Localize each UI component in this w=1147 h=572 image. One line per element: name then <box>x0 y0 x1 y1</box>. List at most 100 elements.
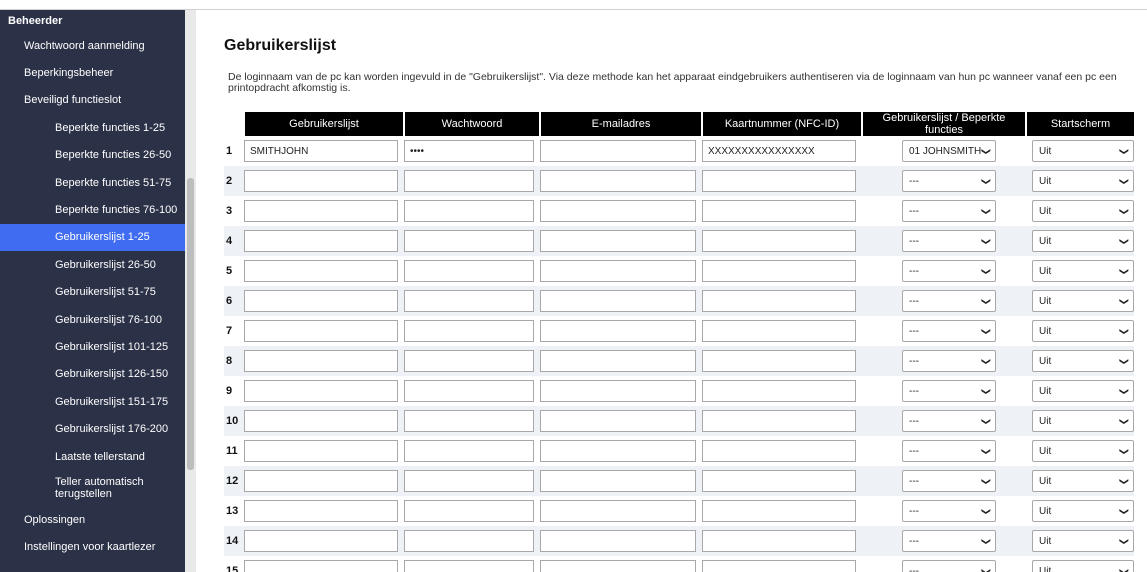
start-screen-select[interactable]: Uit ❯ <box>1032 350 1134 372</box>
email-input[interactable] <box>540 530 696 552</box>
user-name-input[interactable] <box>244 230 398 252</box>
user-name-input[interactable] <box>244 350 398 372</box>
limit-function-select[interactable]: --- ❯ <box>902 410 996 432</box>
start-screen-select[interactable]: Uit ❯ <box>1032 320 1134 342</box>
user-name-input[interactable] <box>244 200 398 222</box>
limit-function-select[interactable]: --- ❯ <box>902 200 996 222</box>
sidebar-item-gebruikerslijst-51-75[interactable]: Gebruikerslijst 51-75 <box>0 279 196 306</box>
sidebar-item-laatste-tellerstand[interactable]: Laatste tellerstand <box>0 443 196 470</box>
start-screen-select[interactable]: Uit ❯ <box>1032 200 1134 222</box>
sidebar-item-gebruikerslijst-176-200[interactable]: Gebruikerslijst 176-200 <box>0 415 196 442</box>
password-input[interactable] <box>404 200 534 222</box>
user-name-input[interactable] <box>244 170 398 192</box>
card-number-input[interactable] <box>702 530 856 552</box>
password-input[interactable] <box>404 380 534 402</box>
sidebar-item-oplossingen[interactable]: Oplossingen <box>0 506 196 533</box>
user-name-input[interactable] <box>244 410 398 432</box>
password-input[interactable] <box>404 410 534 432</box>
password-input[interactable] <box>404 530 534 552</box>
start-screen-select[interactable]: Uit ❯ <box>1032 440 1134 462</box>
sidebar-item-teller-automatisch-terugstellen[interactable]: Teller automatisch terugstellen <box>0 470 196 506</box>
limit-function-select[interactable]: --- ❯ <box>902 230 996 252</box>
email-input[interactable] <box>540 560 696 572</box>
start-screen-select[interactable]: Uit ❯ <box>1032 560 1134 572</box>
email-input[interactable] <box>540 470 696 492</box>
start-screen-select[interactable]: Uit ❯ <box>1032 380 1134 402</box>
email-input[interactable] <box>540 440 696 462</box>
limit-function-select[interactable]: --- ❯ <box>902 320 996 342</box>
card-number-input[interactable] <box>702 560 856 572</box>
start-screen-select[interactable]: Uit ❯ <box>1032 500 1134 522</box>
sidebar-item-wachtwoord-aanmelding[interactable]: Wachtwoord aanmelding <box>0 32 196 59</box>
user-name-input[interactable] <box>244 320 398 342</box>
sidebar-item-beveiligd-functieslot[interactable]: Beveiligd functieslot <box>0 87 196 114</box>
password-input[interactable] <box>404 560 534 572</box>
card-number-input[interactable] <box>702 440 856 462</box>
limit-function-select[interactable]: --- ❯ <box>902 440 996 462</box>
password-input[interactable] <box>404 500 534 522</box>
email-input[interactable] <box>540 350 696 372</box>
sidebar-item-gebruikerslijst-151-175[interactable]: Gebruikerslijst 151-175 <box>0 388 196 415</box>
sidebar-item-beperkte-functies-51-75[interactable]: Beperkte functies 51-75 <box>0 169 196 196</box>
limit-function-select[interactable]: 01 JOHNSMITH ❯ <box>902 140 996 162</box>
card-number-input[interactable] <box>702 500 856 522</box>
card-number-input[interactable] <box>702 380 856 402</box>
email-input[interactable] <box>540 320 696 342</box>
sidebar-item-gebruikerslijst-101-125[interactable]: Gebruikerslijst 101-125 <box>0 333 196 360</box>
email-input[interactable] <box>540 500 696 522</box>
limit-function-select[interactable]: --- ❯ <box>902 380 996 402</box>
user-name-input[interactable] <box>244 530 398 552</box>
email-input[interactable] <box>540 200 696 222</box>
user-name-input[interactable] <box>244 500 398 522</box>
user-name-input[interactable] <box>244 380 398 402</box>
password-input[interactable] <box>404 470 534 492</box>
card-number-input[interactable] <box>702 350 856 372</box>
password-input[interactable] <box>404 350 534 372</box>
card-number-input[interactable] <box>702 470 856 492</box>
card-number-input[interactable] <box>702 290 856 312</box>
user-name-input[interactable] <box>244 470 398 492</box>
user-name-input[interactable] <box>244 440 398 462</box>
email-input[interactable] <box>540 230 696 252</box>
card-number-input[interactable] <box>702 410 856 432</box>
limit-function-select[interactable]: --- ❯ <box>902 500 996 522</box>
sidebar-item-gebruikerslijst-126-150[interactable]: Gebruikerslijst 126-150 <box>0 361 196 388</box>
limit-function-select[interactable]: --- ❯ <box>902 170 996 192</box>
password-input[interactable] <box>404 440 534 462</box>
user-name-input[interactable] <box>244 260 398 282</box>
email-input[interactable] <box>540 260 696 282</box>
start-screen-select[interactable]: Uit ❯ <box>1032 410 1134 432</box>
user-name-input[interactable] <box>244 290 398 312</box>
start-screen-select[interactable]: Uit ❯ <box>1032 230 1134 252</box>
password-input[interactable] <box>404 230 534 252</box>
start-screen-select[interactable]: Uit ❯ <box>1032 290 1134 312</box>
start-screen-select[interactable]: Uit ❯ <box>1032 530 1134 552</box>
limit-function-select[interactable]: --- ❯ <box>902 530 996 552</box>
sidebar-item-instellingen-voor-kaartlezer[interactable]: Instellingen voor kaartlezer <box>0 534 196 561</box>
email-input[interactable] <box>540 290 696 312</box>
email-input[interactable] <box>540 170 696 192</box>
card-number-input[interactable] <box>702 170 856 192</box>
card-number-input[interactable] <box>702 200 856 222</box>
sidebar-item-beperkte-functies-76-100[interactable]: Beperkte functies 76-100 <box>0 196 196 223</box>
password-input[interactable] <box>404 290 534 312</box>
start-screen-select[interactable]: Uit ❯ <box>1032 140 1134 162</box>
user-name-input[interactable]: SMITHJOHN <box>244 140 398 162</box>
sidebar-item-gebruikerslijst-26-50[interactable]: Gebruikerslijst 26-50 <box>0 251 196 278</box>
email-input[interactable] <box>540 380 696 402</box>
user-name-input[interactable] <box>244 560 398 572</box>
sidebar-scrollbar-thumb[interactable] <box>187 178 194 470</box>
sidebar-item-beperkingsbeheer[interactable]: Beperkingsbeheer <box>0 59 196 86</box>
limit-function-select[interactable]: --- ❯ <box>902 350 996 372</box>
card-number-input[interactable]: XXXXXXXXXXXXXXXX <box>702 140 856 162</box>
card-number-input[interactable] <box>702 230 856 252</box>
limit-function-select[interactable]: --- ❯ <box>902 290 996 312</box>
card-number-input[interactable] <box>702 260 856 282</box>
limit-function-select[interactable]: --- ❯ <box>902 470 996 492</box>
limit-function-select[interactable]: --- ❯ <box>902 560 996 572</box>
email-input[interactable] <box>540 140 696 162</box>
password-input[interactable] <box>404 170 534 192</box>
card-number-input[interactable] <box>702 320 856 342</box>
start-screen-select[interactable]: Uit ❯ <box>1032 170 1134 192</box>
password-input[interactable]: •••• <box>404 140 534 162</box>
